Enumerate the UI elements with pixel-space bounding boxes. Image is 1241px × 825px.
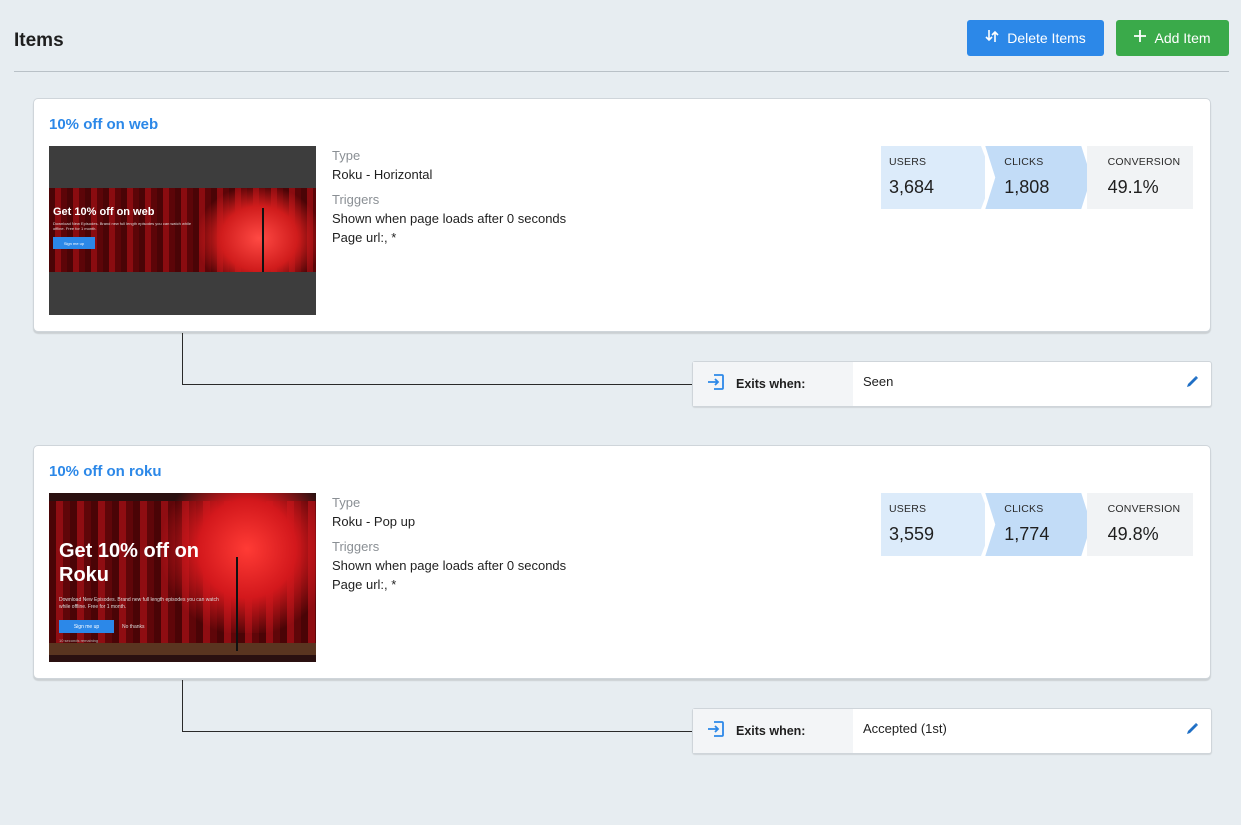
item-info: Type Roku - Pop up Triggers Shown when p… [332, 495, 566, 596]
thumbnail-remaining: 10 seconds remaining [59, 638, 99, 643]
exit-condition: Exits when: Accepted (1st) [692, 708, 1212, 754]
page-url: Page url:, * [332, 577, 397, 592]
trigger-line: Shown when page loads after 0 seconds [332, 558, 567, 573]
item-title[interactable]: 10% off on roku [49, 463, 162, 480]
users-value: 3,684 [889, 177, 935, 197]
thumbnail-cta: Sign me up [59, 620, 114, 633]
thumbnail-secondary: No thanks [122, 624, 145, 630]
thumbnail-headline: Get 10% off on Roku [59, 540, 200, 586]
trigger-line: Shown when page loads after 0 seconds [332, 211, 567, 226]
connector-line [182, 680, 183, 731]
conversion-label: CONVERSION [1107, 503, 1181, 515]
clicks-label: CLICKS [1004, 156, 1044, 168]
edit-exit-button[interactable] [1173, 362, 1211, 406]
page-title: Items [14, 30, 64, 51]
exit-condition: Exits when: Seen [692, 361, 1212, 407]
type-value: Roku - Horizontal [332, 167, 433, 182]
item-title[interactable]: 10% off on web [49, 116, 158, 133]
delete-items-label: Delete Items [1007, 30, 1086, 46]
connector-line [182, 731, 692, 732]
delete-items-button[interactable]: Delete Items [967, 20, 1104, 56]
exit-value: Accepted (1st) [863, 721, 947, 736]
type-label: Type [332, 495, 361, 510]
triggers-label: Triggers [332, 539, 380, 554]
item-stats: USERS 3,559 CLICKS 1,774 CONVERSION 49.8… [881, 493, 1193, 556]
pencil-icon [1186, 722, 1199, 740]
edit-exit-button[interactable] [1173, 709, 1211, 753]
type-label: Type [332, 148, 361, 163]
thumbnail-headline: Get 10% off on web [53, 206, 155, 218]
thumbnail-cta: Sign me up [53, 237, 95, 249]
stat-clicks: CLICKS 1,774 [985, 493, 1089, 556]
thumbnail-subtext: Download New Episodes. Brand new full le… [53, 221, 192, 231]
plus-icon [1134, 30, 1147, 46]
item-card: 10% off on roku Get 10% off on Roku Down… [33, 445, 1211, 679]
connector-line [182, 333, 183, 384]
item-thumbnail: Get 10% off on web Download New Episodes… [49, 146, 316, 315]
thumbnail-subtext: Download New Episodes. Brand new full le… [59, 597, 219, 610]
item-stats: USERS 3,684 CLICKS 1,808 CONVERSION 49.1… [881, 146, 1193, 209]
stat-conversion: CONVERSION 49.1% [1086, 146, 1193, 209]
exit-label: Exits when: [736, 377, 806, 391]
item-card: 10% off on web Get 10% off on web Downlo… [33, 98, 1211, 332]
sort-arrows-icon [985, 28, 999, 48]
page-url: Page url:, * [332, 230, 397, 245]
item-info: Type Roku - Horizontal Triggers Shown wh… [332, 148, 566, 249]
connector-line [182, 384, 692, 385]
exit-value: Seen [863, 374, 894, 389]
triggers-label: Triggers [332, 192, 380, 207]
conversion-value: 49.1% [1107, 177, 1159, 197]
users-label: USERS [889, 503, 927, 515]
users-label: USERS [889, 156, 927, 168]
add-item-button[interactable]: Add Item [1116, 20, 1229, 56]
clicks-value: 1,808 [1004, 177, 1050, 197]
stat-clicks: CLICKS 1,808 [985, 146, 1089, 209]
exit-icon [706, 719, 726, 744]
conversion-value: 49.8% [1107, 524, 1159, 544]
exit-icon [706, 372, 726, 397]
add-item-label: Add Item [1154, 30, 1211, 46]
stat-conversion: CONVERSION 49.8% [1086, 493, 1193, 556]
users-value: 3,559 [889, 524, 935, 544]
stat-users: USERS 3,559 [881, 493, 986, 556]
clicks-label: CLICKS [1004, 503, 1044, 515]
clicks-value: 1,774 [1004, 524, 1050, 544]
thumbnail-curtain: Get 10% off on web Download New Episodes… [49, 188, 316, 272]
exit-label: Exits when: [736, 724, 806, 738]
type-value: Roku - Pop up [332, 514, 416, 529]
item-thumbnail: Get 10% off on Roku Download New Episode… [49, 493, 316, 662]
header-divider [14, 71, 1229, 72]
pencil-icon [1186, 375, 1199, 393]
exit-label-area: Exits when: [693, 709, 853, 753]
exit-label-area: Exits when: [693, 362, 853, 406]
conversion-label: CONVERSION [1107, 156, 1181, 168]
stat-users: USERS 3,684 [881, 146, 986, 209]
